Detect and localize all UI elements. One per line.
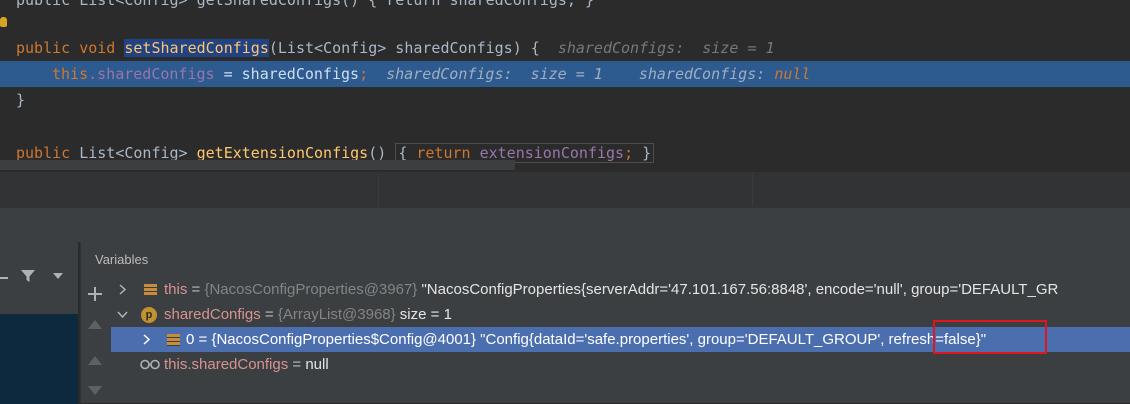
add-watch-icon[interactable] xyxy=(88,287,102,301)
variable-row-this-sharedconfigs[interactable]: this.sharedConfigs = null xyxy=(111,352,1130,377)
var-value: "NacosConfigProperties{serverAddr='47.10… xyxy=(417,281,1059,298)
horizontal-scrollbar[interactable] xyxy=(0,160,515,170)
annotation-highlight-box xyxy=(933,320,1047,354)
move-up-icon[interactable] xyxy=(88,320,102,329)
var-name: this.sharedConfigs xyxy=(164,356,289,373)
down-arrow-icon[interactable] xyxy=(88,386,102,395)
collapse-arrow-icon[interactable] xyxy=(117,311,128,319)
code-line-assignment: this.sharedConfigs = sharedConfigs; share… xyxy=(52,61,810,87)
frames-pane[interactable] xyxy=(0,242,78,404)
variable-row-this[interactable]: this = {NacosConfigProperties@3967} "Nac… xyxy=(111,277,1130,302)
hint-label: sharedConfigs: xyxy=(638,65,775,83)
hint-value: null xyxy=(774,65,811,83)
field-icon xyxy=(144,284,157,297)
var-eq: = xyxy=(260,306,278,323)
field-icon xyxy=(167,334,180,347)
filter-icon[interactable] xyxy=(20,268,36,284)
var-eq: = xyxy=(187,281,205,298)
var-eq: = xyxy=(194,331,212,348)
var-value: "Config{dataId='safe.properties', group=… xyxy=(476,331,987,348)
code-line-getshared: public List<Config> getSharedConfigs() {… xyxy=(16,0,594,13)
var-value: null xyxy=(305,356,329,373)
debug-tab-strip xyxy=(0,172,1130,208)
code-editor[interactable]: public List<Config> getSharedConfigs() {… xyxy=(0,0,1130,172)
field-ref: .sharedConfigs xyxy=(88,65,215,83)
code-line-setshared: public void setSharedConfigs(List<Config… xyxy=(16,35,775,61)
code-text: } xyxy=(16,91,26,109)
keyword: void xyxy=(79,39,116,57)
method-params: (List<Config> sharedConfigs) { xyxy=(268,39,540,57)
up-arrow-icon[interactable] xyxy=(88,356,102,365)
parameter-icon: p xyxy=(141,307,157,324)
divider xyxy=(378,174,379,206)
code-line-close-brace: } xyxy=(16,87,25,113)
selected-frame[interactable] xyxy=(0,314,78,404)
watch-glasses-icon xyxy=(140,359,160,370)
var-type: {ArrayList@3968} xyxy=(277,306,396,323)
code-text: public List<Config> getSharedConfigs() {… xyxy=(16,0,594,9)
intention-bulb-icon[interactable] xyxy=(0,17,7,27)
inline-debug-hint: sharedConfigs: size = 1 xyxy=(557,39,775,57)
method-name[interactable]: setSharedConfigs xyxy=(124,39,269,57)
brace: } xyxy=(642,144,652,162)
collapse-icon[interactable] xyxy=(0,277,8,279)
inline-debug-hint: sharedConfigs: size = 1 xyxy=(386,65,603,83)
var-type: {NacosConfigProperties@3967} xyxy=(204,281,418,298)
chevron-down-icon[interactable] xyxy=(53,273,63,279)
expand-arrow-icon[interactable] xyxy=(143,334,151,345)
var-type: {NacosConfigProperties$Config@4001} xyxy=(211,331,477,348)
keyword: public xyxy=(16,39,71,57)
semicolon: ; xyxy=(359,65,369,83)
assignment-rest: = sharedConfigs xyxy=(214,65,360,83)
var-name: this xyxy=(164,281,188,298)
divider xyxy=(752,174,753,206)
var-value: size = 1 xyxy=(395,306,452,323)
variables-title: Variables xyxy=(95,252,149,267)
debug-toolbar xyxy=(0,208,1130,242)
inline-debug-hint-2: sharedConfigs: null xyxy=(639,65,811,83)
var-eq: = xyxy=(288,356,306,373)
var-name: sharedConfigs xyxy=(164,306,261,323)
semicolon: ; xyxy=(624,144,634,162)
expand-arrow-icon[interactable] xyxy=(119,284,127,295)
keyword: this xyxy=(52,65,89,83)
